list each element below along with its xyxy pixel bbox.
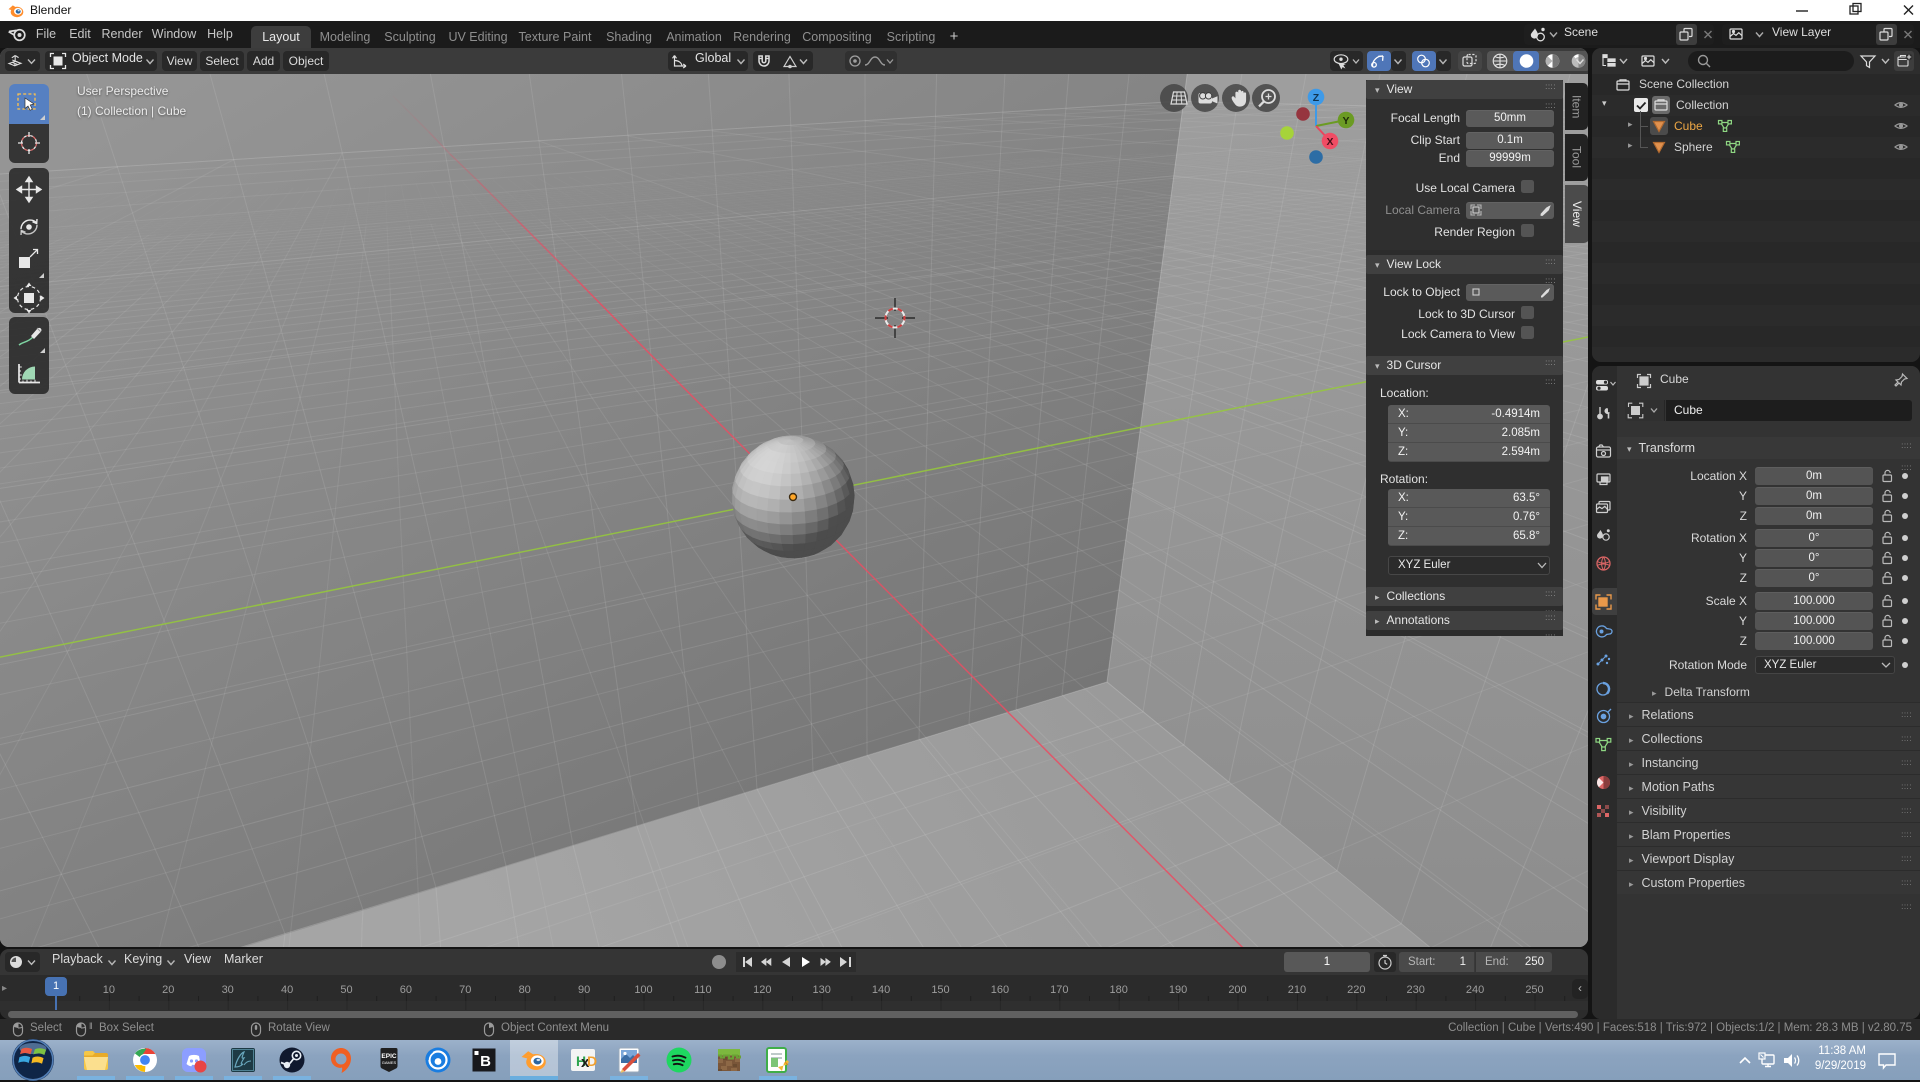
svg-text:D: D [587,1053,597,1069]
svg-text:Y: Y [1342,115,1349,127]
svg-text:B: B [480,1053,491,1070]
svg-text:Z: Z [1313,92,1320,104]
svg-text:EPIC: EPIC [381,1053,396,1060]
svg-text:X: X [1326,136,1333,148]
svg-text:GAMES: GAMES [382,1060,397,1065]
